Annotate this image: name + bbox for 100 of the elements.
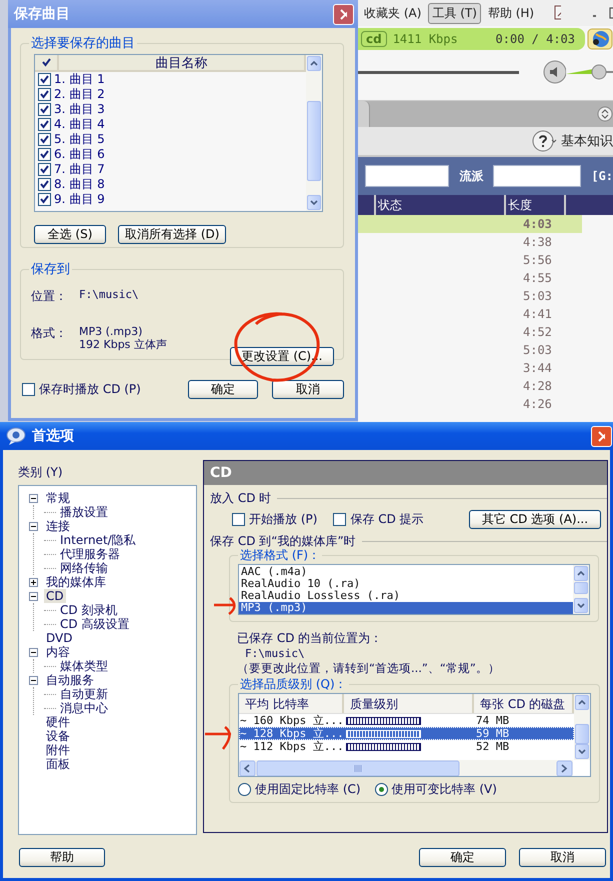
scrollbar[interactable] — [573, 565, 589, 614]
tree-item[interactable]: DVD — [44, 631, 74, 645]
checkbox[interactable] — [38, 73, 51, 86]
collapse-icon[interactable] — [29, 522, 38, 530]
seek-bar[interactable] — [358, 69, 519, 75]
track-item[interactable]: 7. 曲目 7 — [54, 161, 105, 178]
checkbox[interactable] — [38, 193, 51, 206]
checkbox-label[interactable]: 保存 CD 提示 — [350, 511, 424, 528]
checkbox[interactable] — [38, 118, 51, 131]
globe-icon[interactable] — [587, 28, 613, 50]
tree-item[interactable]: CD 刻录机 — [58, 603, 120, 617]
horizontal-scrollbar[interactable] — [239, 760, 573, 776]
scroll-up-icon[interactable] — [310, 61, 318, 66]
tree-item[interactable]: 内容 — [44, 645, 72, 659]
help-icon[interactable] — [532, 130, 558, 152]
list-item[interactable]: RealAudio Lossless (.ra) — [239, 590, 573, 602]
checkbox[interactable] — [38, 163, 51, 176]
list-row[interactable]: ~ 128 Kbps 立... 59 MB — [239, 727, 574, 740]
tree-item[interactable]: CD 高级设置 — [58, 617, 132, 631]
radio-label[interactable]: 使用可变比特率 (V) — [392, 781, 497, 798]
tree-item[interactable]: 连接 — [44, 519, 72, 533]
scrollbar[interactable] — [574, 694, 590, 760]
menu-item[interactable]: 帮助 (H) — [484, 2, 538, 24]
tree-item[interactable]: 面板 — [44, 757, 72, 771]
tree-item[interactable]: 自动更新 — [58, 687, 110, 701]
menu-item[interactable]: 工具 (T) — [428, 2, 481, 24]
tree-item[interactable]: 代理服务器 — [58, 547, 122, 561]
speaker-icon[interactable] — [542, 60, 566, 84]
other-options-button[interactable]: 其它 CD 选项 (A)... — [469, 510, 601, 529]
list-item[interactable]: AAC (.m4a) — [239, 566, 573, 578]
track-item[interactable]: 8. 曲目 8 — [54, 176, 105, 193]
collapse-icon[interactable] — [29, 592, 38, 600]
radio-button[interactable] — [238, 783, 251, 796]
scroll-arrows-icon[interactable] — [597, 106, 613, 122]
close-button[interactable] — [333, 4, 354, 24]
help-button[interactable]: 帮助 — [19, 848, 105, 867]
tree-item[interactable]: Internet/隐私 — [58, 533, 138, 547]
column-header[interactable]: 质量级别 — [344, 694, 474, 713]
expand-icon[interactable] — [29, 578, 38, 586]
tree-item[interactable]: CD — [44, 589, 66, 603]
checkbox[interactable] — [232, 513, 245, 526]
track-item[interactable]: 9. 曲目 9 — [54, 191, 105, 208]
skin-icon[interactable] — [553, 4, 562, 22]
close-icon[interactable] — [340, 8, 347, 20]
menu-item[interactable]: 收藏夹 (A) — [360, 2, 426, 24]
collapse-icon[interactable] — [29, 648, 38, 656]
maximize-icon[interactable] — [608, 7, 613, 19]
column-header[interactable]: 平均 比特率 — [239, 694, 344, 713]
cancel-button[interactable]: 取消 — [272, 380, 344, 399]
list-item[interactable]: RealAudio 10 (.ra) — [239, 578, 573, 590]
select-all-button[interactable]: 全选 (S) — [34, 225, 106, 244]
tree-item[interactable]: 我的媒体库 — [44, 575, 108, 589]
checkmark-icon[interactable] — [42, 58, 50, 67]
checkbox-label[interactable]: 开始播放 (P) — [249, 511, 318, 528]
radio-label[interactable]: 使用固定比特率 (C) — [255, 781, 361, 798]
checkbox[interactable] — [38, 88, 51, 101]
scroll-down-icon[interactable] — [310, 200, 318, 205]
scroll-down-icon[interactable] — [578, 749, 586, 754]
track-item[interactable]: 2. 曲目 2 — [54, 86, 105, 103]
track-item[interactable]: 5. 曲目 5 — [54, 131, 105, 148]
tree-item[interactable]: 网络传输 — [58, 561, 110, 575]
checkbox-label[interactable]: 保存时播放 CD (P) — [39, 381, 141, 398]
checkbox[interactable] — [38, 148, 51, 161]
track-item[interactable]: 1. 曲目 1 — [54, 71, 105, 88]
help-link[interactable]: 基本知识 — [561, 132, 613, 150]
list-row[interactable]: ~ 160 Kbps 立... 74 MB — [239, 714, 574, 727]
tree-item[interactable]: 常规 — [44, 491, 72, 505]
search-field[interactable] — [365, 165, 450, 187]
tree-item[interactable]: 自动服务 — [44, 673, 96, 687]
tree-item[interactable]: 硬件 — [44, 715, 72, 729]
tree-item[interactable]: 播放设置 — [58, 505, 110, 519]
list-row[interactable]: ~ 112 Kbps 立... 52 MB — [239, 740, 574, 753]
scrollbar[interactable] — [306, 55, 322, 211]
checkbox[interactable] — [38, 133, 51, 146]
tree-item[interactable]: 设备 — [44, 729, 72, 743]
selected-row[interactable]: 4:03 — [358, 215, 582, 233]
ok-button[interactable]: 确定 — [188, 380, 258, 399]
checkbox[interactable] — [38, 103, 51, 116]
tree-item[interactable]: 消息中心 — [58, 701, 110, 715]
scroll-down-icon[interactable] — [577, 603, 585, 608]
checkbox[interactable] — [333, 513, 346, 526]
collapse-icon[interactable] — [29, 494, 38, 502]
track-item[interactable]: 3. 曲目 3 — [54, 101, 105, 118]
checkbox[interactable] — [22, 383, 35, 396]
track-item[interactable]: 4. 曲目 4 — [54, 116, 105, 133]
cancel-button[interactable]: 取消 — [519, 848, 606, 867]
close-icon[interactable] — [598, 430, 605, 442]
tree-item[interactable]: 附件 — [44, 743, 72, 757]
tree-item[interactable]: 媒体类型 — [58, 659, 110, 673]
filter-field[interactable] — [493, 165, 582, 187]
deselect-all-button[interactable]: 取消所有选择 (D) — [118, 225, 226, 244]
list-item[interactable]: MP3 (.mp3) — [239, 602, 573, 614]
checkbox[interactable] — [38, 178, 51, 191]
scroll-up-icon[interactable] — [578, 700, 586, 705]
ok-button[interactable]: 确定 — [419, 848, 506, 867]
track-item[interactable]: 6. 曲目 6 — [54, 146, 105, 163]
scroll-up-icon[interactable] — [577, 571, 585, 576]
collapse-icon[interactable] — [29, 676, 38, 684]
close-button[interactable] — [591, 426, 612, 446]
radio-button[interactable] — [374, 783, 388, 796]
